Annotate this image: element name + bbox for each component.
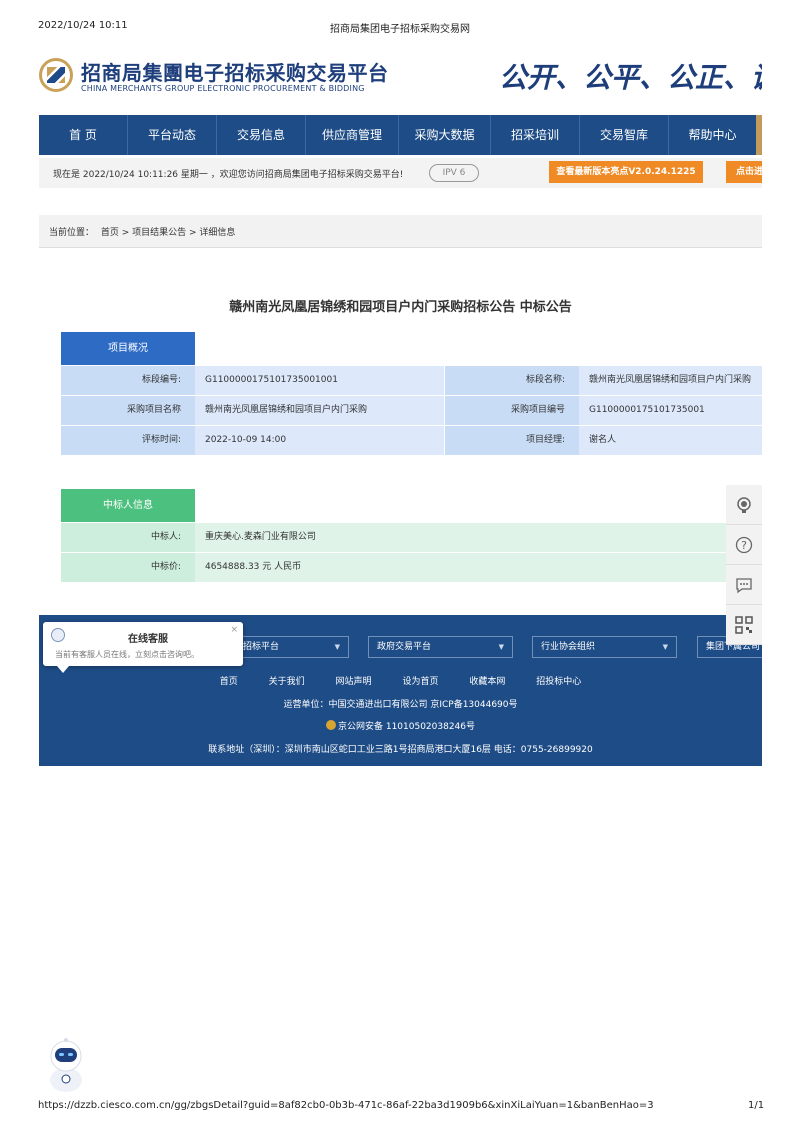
footer-select-label: 招标平台 (243, 642, 280, 652)
chevron-down-icon: ▼ (498, 643, 504, 651)
current-time-text: 现在是 2022/10/24 10:11:26 星期一 ，欢迎您访问招商局集团电… (53, 170, 404, 180)
footer-select-gov-platform[interactable]: 政府交易平台 ▼ (368, 636, 513, 658)
footer-police-record: 京公网安备 11010502038246号 (39, 719, 762, 732)
nav-item-trade-info[interactable]: 交易信息 (217, 115, 306, 155)
qr-code-icon[interactable] (726, 605, 762, 645)
click-enter-button[interactable]: 点击进 (726, 161, 762, 183)
eval-time-value: 2022-10-09 14:00 (195, 426, 444, 455)
nav-item-help[interactable]: 帮助中心 (669, 115, 756, 155)
table-row: 中标人: 重庆美心.麦森门业有限公司 (61, 523, 762, 552)
nav-end-accent (756, 115, 762, 155)
footer-select-label: 行业协会组织 (541, 642, 596, 652)
footer-select-associations[interactable]: 行业协会组织 ▼ (532, 636, 677, 658)
manager-label: 项目经理: (445, 426, 579, 455)
project-name-value: 赣州南光凤凰居锦绣和园项目户内门采购 (195, 396, 444, 425)
section-name-label: 标段名称: (445, 366, 579, 395)
table-row: 标段编号: G1100000175101735001001 标段名称: 赣州南光… (61, 366, 762, 395)
logo-title-en: CHINA MERCHANTS GROUP ELECTRONIC PROCURE… (81, 84, 365, 93)
tab-project-overview[interactable]: 项目概况 (61, 332, 195, 365)
footer-link-about[interactable]: 关于我们 (269, 677, 305, 687)
breadcrumb-path[interactable]: 首页 > 项目结果公告 > 详细信息 (101, 228, 236, 238)
footer-link-set-home[interactable]: 设为首页 (402, 677, 438, 687)
section-no-label: 标段编号: (61, 366, 195, 395)
robot-assistant-icon[interactable] (38, 1034, 94, 1094)
table-row: 评标时间: 2022-10-09 14:00 项目经理: 谢名人 (61, 426, 762, 455)
online-service-popup[interactable]: 在线客服 当前有客服人员在线，立刻点击咨询吧。 × (43, 622, 243, 673)
announcement-content: 赣州南光凤凰居锦绣和园项目户内门采购招标公告 中标公告 项目概况 标段编号: G… (39, 260, 762, 598)
print-page-count: 1/1 (748, 1100, 765, 1111)
nav-item-supplier[interactable]: 供应商管理 (306, 115, 399, 155)
print-page-title: 招商局集团电子招标采购交易网 (330, 24, 470, 35)
price-label: 中标价: (61, 553, 195, 582)
customer-service-icon[interactable] (726, 485, 762, 525)
footer-select-bidding-platform[interactable]: 招标平台 ▼ (234, 636, 349, 658)
info-bar: 现在是 2022/10/24 10:11:26 星期一 ，欢迎您访问招商局集团电… (39, 158, 762, 188)
nav-item-platform-news[interactable]: 平台动态 (128, 115, 217, 155)
nav-item-think-tank[interactable]: 交易智库 (580, 115, 669, 155)
project-no-value: G1100000175101735001 (579, 396, 762, 425)
winner-value: 重庆美心.麦森门业有限公司 (195, 523, 762, 552)
footer-link-bid-center[interactable]: 招投标中心 (536, 677, 581, 687)
popup-tail (57, 666, 69, 673)
eval-time-label: 评标时间: (61, 426, 195, 455)
footer-select-label: 政府交易平台 (377, 642, 432, 652)
site-header: 招商局集團电子招标采购交易平台 CHINA MERCHANTS GROUP EL… (39, 40, 762, 116)
ipv6-badge: IPV 6 (429, 164, 479, 182)
main-nav: 首 页 平台动态 交易信息 供应商管理 采购大数据 招采培训 交易智库 帮助中心 (39, 115, 762, 155)
logo-icon[interactable] (39, 58, 73, 92)
footer-operator: 运营单位：中国交通进出口有限公司 京ICP备13044690号 (283, 700, 518, 710)
price-value: 4654888.33 元 人民币 (195, 553, 762, 582)
footer-links: 首页 关于我们 网站声明 设为首页 收藏本网 招投标中心 (39, 674, 762, 687)
nav-item-big-data[interactable]: 采购大数据 (399, 115, 491, 155)
table-row: 采购项目名称 赣州南光凤凰居锦绣和园项目户内门采购 采购项目编号 G110000… (61, 396, 762, 425)
announcement-title: 赣州南光凤凰居锦绣和园项目户内门采购招标公告 中标公告 (229, 300, 572, 315)
section-no-value: G1100000175101735001001 (195, 366, 444, 395)
close-icon[interactable]: × (230, 625, 238, 635)
print-url: https://dzzb.ciesco.com.cn/gg/zbgsDetail… (38, 1100, 654, 1111)
footer-link-statement[interactable]: 网站声明 (336, 677, 372, 687)
footer-police-text: 京公网安备 11010502038246号 (337, 722, 476, 732)
help-icon[interactable]: ? (726, 525, 762, 565)
logo-title-cn[interactable]: 招商局集團电子招标采购交易平台 (81, 57, 389, 86)
svg-text:?: ? (741, 539, 747, 552)
service-avatar-icon (51, 628, 65, 642)
header-slogan: 公开、公平、公正、诚 (499, 61, 762, 94)
nav-item-training[interactable]: 招采培训 (491, 115, 580, 155)
table-row: 中标价: 4654888.33 元 人民币 (61, 553, 762, 582)
breadcrumb-label: 当前位置： (49, 228, 95, 238)
chevron-down-icon: ▼ (662, 643, 668, 651)
project-name-label: 采购项目名称 (61, 396, 195, 425)
winner-label: 中标人: (61, 523, 195, 552)
tab-winner-info[interactable]: 中标人信息 (61, 489, 195, 522)
footer-address: 联系地址（深圳）：深圳市南山区蛇口工业三路1号招商局港口大厦16层 电话：075… (208, 745, 593, 755)
chevron-down-icon: ▼ (334, 643, 340, 651)
nav-item-home[interactable]: 首 页 (39, 115, 128, 155)
chat-subtitle[interactable]: 当前有客服人员在线，立刻点击咨询吧。 (55, 649, 199, 660)
version-highlights-button[interactable]: 查看最新版本亮点V2.0.24.1225 (549, 161, 703, 183)
breadcrumb: 当前位置： 首页 > 项目结果公告 > 详细信息 (49, 225, 239, 238)
footer-link-bookmark[interactable]: 收藏本网 (469, 677, 505, 687)
manager-value: 谢名人 (579, 426, 762, 455)
side-toolbar: ? (726, 485, 762, 645)
project-no-label: 采购项目编号 (445, 396, 579, 425)
police-badge-icon (325, 720, 336, 730)
footer-link-home[interactable]: 首页 (220, 677, 238, 687)
breadcrumb-bar: 当前位置： 首页 > 项目结果公告 > 详细信息 (39, 215, 762, 248)
chat-title: 在线客服 (128, 634, 168, 645)
message-icon[interactable] (726, 565, 762, 605)
section-name-value: 赣州南光凤凰居锦绣和园项目户内门采购 (579, 366, 762, 395)
